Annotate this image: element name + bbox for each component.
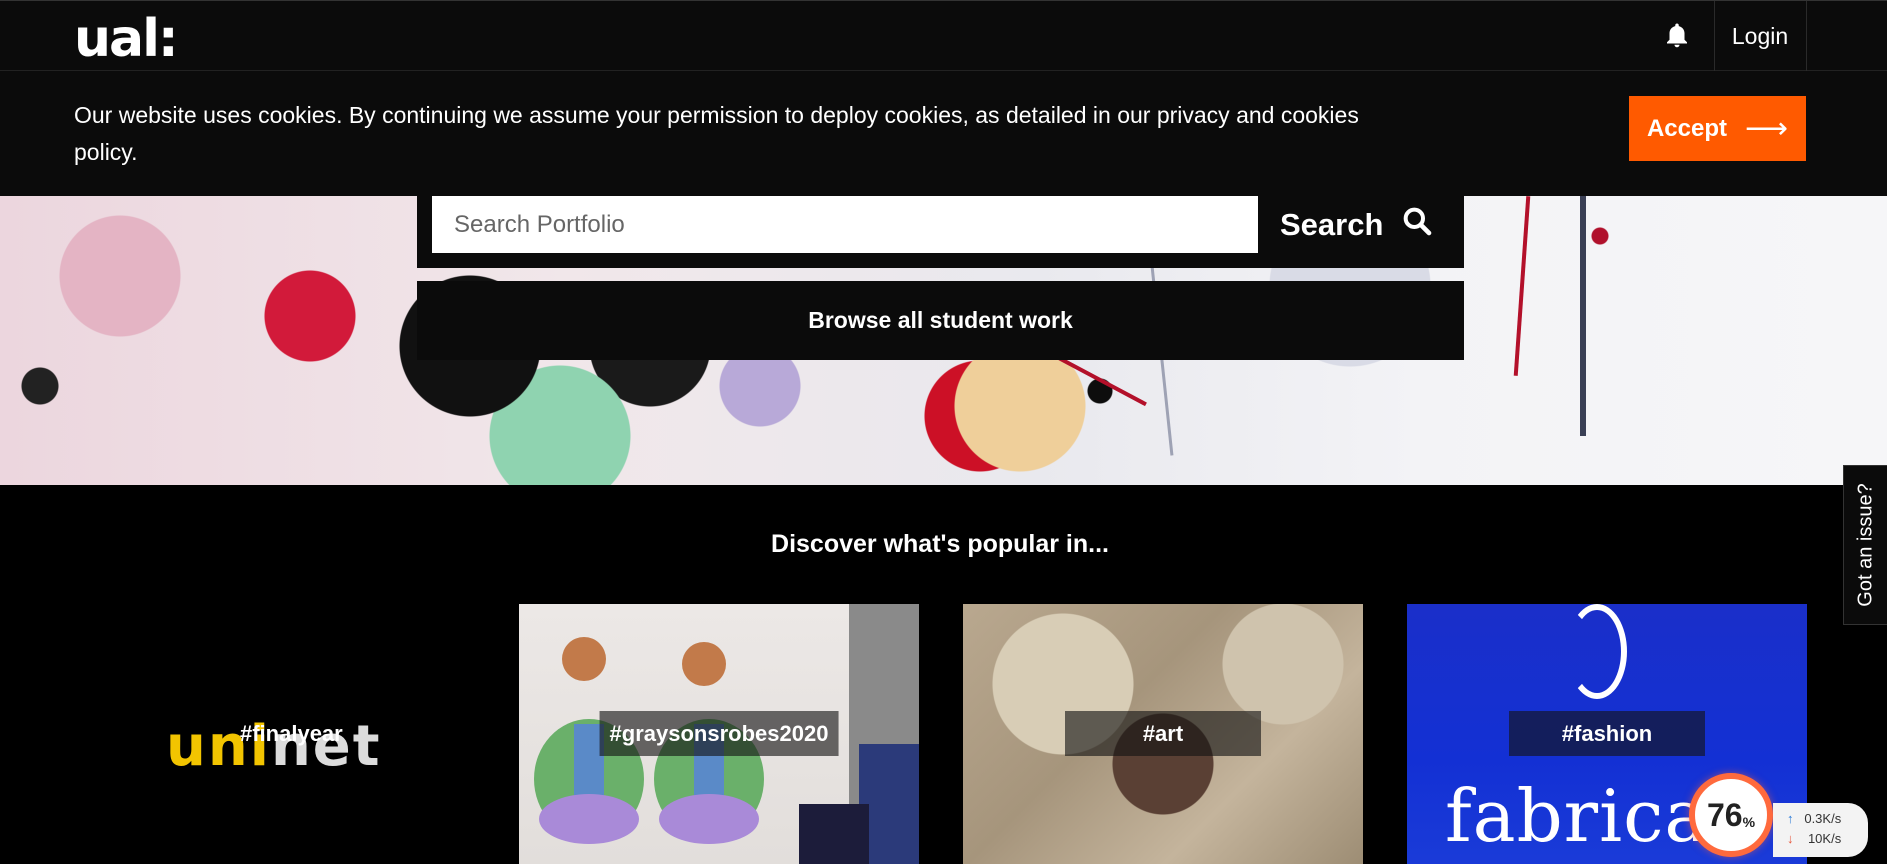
paint-splatter bbox=[1513, 196, 1531, 376]
artwork-shape bbox=[1567, 604, 1627, 699]
accept-cookies-button[interactable]: Accept ⟶ bbox=[1629, 96, 1806, 161]
usage-gauge: 76% bbox=[1689, 773, 1773, 857]
paint-splatter bbox=[1580, 196, 1586, 436]
feedback-tab[interactable]: Got an issue? bbox=[1843, 465, 1887, 625]
category-tag: #fashion bbox=[1509, 711, 1705, 756]
search-button-label: Search bbox=[1280, 206, 1384, 242]
usage-percent-unit: % bbox=[1742, 814, 1756, 830]
cookie-message: Our website uses cookies. By continuing … bbox=[74, 102, 1359, 165]
category-tag: #finalyear bbox=[240, 721, 343, 746]
search-button[interactable]: Search bbox=[1258, 196, 1464, 253]
feedback-tab-label: Got an issue? bbox=[1854, 483, 1876, 607]
network-speed-widget[interactable]: 76% ↑ 0.3K/s ↓ 10K/s bbox=[1689, 773, 1871, 864]
ual-logo[interactable]: ual: bbox=[74, 9, 179, 69]
download-rate: 10 bbox=[1807, 831, 1823, 846]
category-tag: #graysonsrobes2020 bbox=[599, 711, 839, 756]
bell-icon[interactable] bbox=[1662, 21, 1692, 51]
cookie-banner: Our website uses cookies. By continuing … bbox=[0, 71, 1887, 196]
arrow-right-icon: ⟶ bbox=[1745, 111, 1789, 145]
category-card-finalyear[interactable]: uninet #finalyear bbox=[74, 604, 474, 864]
usage-percent: 76 bbox=[1706, 796, 1743, 833]
search-bar: Search bbox=[417, 196, 1464, 268]
browse-all-button[interactable]: Browse all student work bbox=[417, 281, 1464, 360]
section-title: Discover what's popular in... bbox=[771, 530, 1109, 558]
upload-rate: 0.3 bbox=[1804, 811, 1823, 826]
category-card-graysonsrobes2020[interactable]: #graysonsrobes2020 bbox=[519, 604, 919, 864]
category-card-art[interactable]: #art bbox=[963, 604, 1363, 864]
accept-label: Accept bbox=[1646, 114, 1727, 142]
rate-unit: K/s bbox=[1822, 831, 1842, 846]
divider bbox=[1806, 1, 1807, 72]
search-input[interactable] bbox=[432, 196, 1258, 253]
category-tag: #art bbox=[1065, 711, 1261, 756]
rate-unit: K/s bbox=[1822, 811, 1842, 826]
download-arrow-icon: ↓ bbox=[1787, 831, 1794, 846]
top-navigation-bar: ual: Login bbox=[0, 0, 1887, 72]
rate-readout: ↑ 0.3K/s ↓ 10K/s bbox=[1773, 803, 1868, 857]
upload-arrow-icon: ↑ bbox=[1787, 811, 1794, 826]
login-link[interactable]: Login bbox=[1714, 1, 1806, 72]
search-icon bbox=[1401, 205, 1433, 245]
